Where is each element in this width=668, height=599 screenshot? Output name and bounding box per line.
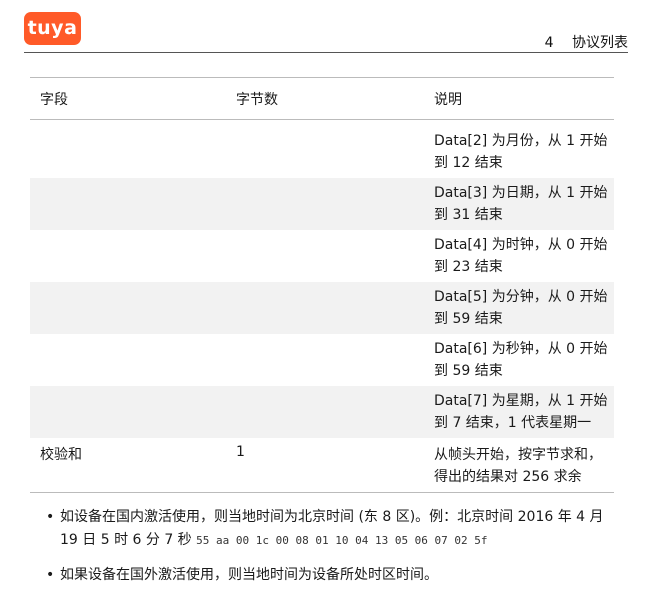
bullet-text-continued: 19 日 5 时 6 分 7 秒 55 aa 00 1c 00 08 01 10… [60, 529, 646, 552]
description-line: 得出的结果对 256 求余 [434, 469, 582, 485]
field-cell [30, 334, 226, 386]
description-cell: Data[3] 为日期，从 1 开始到 31 结束 [424, 178, 614, 230]
hex-code: 55 aa 00 1c 00 08 01 10 04 13 05 06 07 0… [196, 534, 488, 547]
field-cell [30, 282, 226, 334]
bullet-item: • 如设备在国内激活使用，则当地时间为北京时间 (东 8 区)。例：北京时间 2… [46, 506, 646, 552]
bytes-cell [226, 334, 424, 386]
description-cell: Data[4] 为时钟，从 0 开始到 23 结束 [424, 230, 614, 282]
table-row: 校验和 1 从帧头开始，按字节求和， 得出的结果对 256 求余 [30, 438, 614, 493]
section-number: 4 [544, 35, 554, 51]
field-cell [30, 120, 226, 179]
section-title: 协议列表 [572, 35, 628, 51]
description-line: Data[2] 为月份，从 1 开始 [434, 133, 608, 149]
field-cell [30, 230, 226, 282]
table-row: Data[2] 为月份，从 1 开始到 12 结束 [30, 120, 614, 179]
description-line: Data[6] 为秒钟，从 0 开始 [434, 341, 608, 357]
bullet-text: 19 日 5 时 6 分 7 秒 [60, 532, 192, 548]
field-cell [30, 178, 226, 230]
description-cell: Data[2] 为月份，从 1 开始到 12 结束 [424, 120, 614, 179]
description-line: Data[7] 为星期，从 1 开始 [434, 393, 608, 409]
description-cell: Data[5] 为分钟，从 0 开始到 59 结束 [424, 282, 614, 334]
table-row: Data[6] 为秒钟，从 0 开始到 59 结束 [30, 334, 614, 386]
field-cell: 校验和 [30, 438, 226, 493]
bullet-text: 如设备在国内激活使用，则当地时间为北京时间 (东 8 区)。例：北京时间 201… [60, 509, 604, 525]
description-line: Data[5] 为分钟，从 0 开始 [434, 289, 608, 305]
table-row: Data[5] 为分钟，从 0 开始到 59 结束 [30, 282, 614, 334]
bullet-dot-icon: • [46, 509, 55, 525]
field-cell [30, 386, 226, 438]
bytes-cell [226, 230, 424, 282]
table-row: Data[4] 为时钟，从 0 开始到 23 结束 [30, 230, 614, 282]
bytes-cell [226, 178, 424, 230]
description-cell: 从帧头开始，按字节求和， 得出的结果对 256 求余 [424, 438, 614, 493]
bullet-dot-icon: • [46, 567, 55, 583]
description-line: 从帧头开始，按字节求和， [434, 447, 602, 463]
table-row: Data[7] 为星期，从 1 开始到 7 结束，1 代表星期一 [30, 386, 614, 438]
bytes-cell [226, 282, 424, 334]
table-row: Data[3] 为日期，从 1 开始到 31 结束 [30, 178, 614, 230]
bytes-cell [226, 386, 424, 438]
description-line: 到 12 结束 [434, 155, 503, 171]
description-line: Data[4] 为时钟，从 0 开始 [434, 237, 608, 253]
description-line: Data[3] 为日期，从 1 开始 [434, 185, 608, 201]
bullet-item: • 如果设备在国外激活使用，则当地时间为设备所处时区时间。 [46, 564, 646, 587]
description-line: 到 7 结束，1 代表星期一 [434, 415, 592, 431]
tuya-logo: tuya [24, 12, 81, 45]
table-header-row: 字段 字节数 说明 [30, 77, 614, 120]
description-line: 到 59 结束 [434, 311, 503, 327]
description-line: 到 31 结束 [434, 207, 503, 223]
column-header-field: 字段 [30, 77, 226, 120]
section-header: 4 协议列表 [545, 32, 628, 52]
description-line: 到 23 结束 [434, 259, 503, 275]
bytes-cell: 1 [226, 438, 424, 493]
description-cell: Data[6] 为秒钟，从 0 开始到 59 结束 [424, 334, 614, 386]
protocol-table: 字段 字节数 说明 Data[2] 为月份，从 1 开始到 12 结束 Data… [30, 77, 614, 493]
bullet-list: • 如设备在国内激活使用，则当地时间为北京时间 (东 8 区)。例：北京时间 2… [46, 506, 646, 599]
column-header-description: 说明 [424, 77, 614, 120]
description-cell: Data[7] 为星期，从 1 开始到 7 结束，1 代表星期一 [424, 386, 614, 438]
header-divider [24, 52, 628, 53]
column-header-bytes: 字节数 [226, 77, 424, 120]
bullet-text: 如果设备在国外激活使用，则当地时间为设备所处时区时间。 [60, 567, 438, 583]
description-line: 到 59 结束 [434, 363, 503, 379]
bytes-cell [226, 120, 424, 179]
